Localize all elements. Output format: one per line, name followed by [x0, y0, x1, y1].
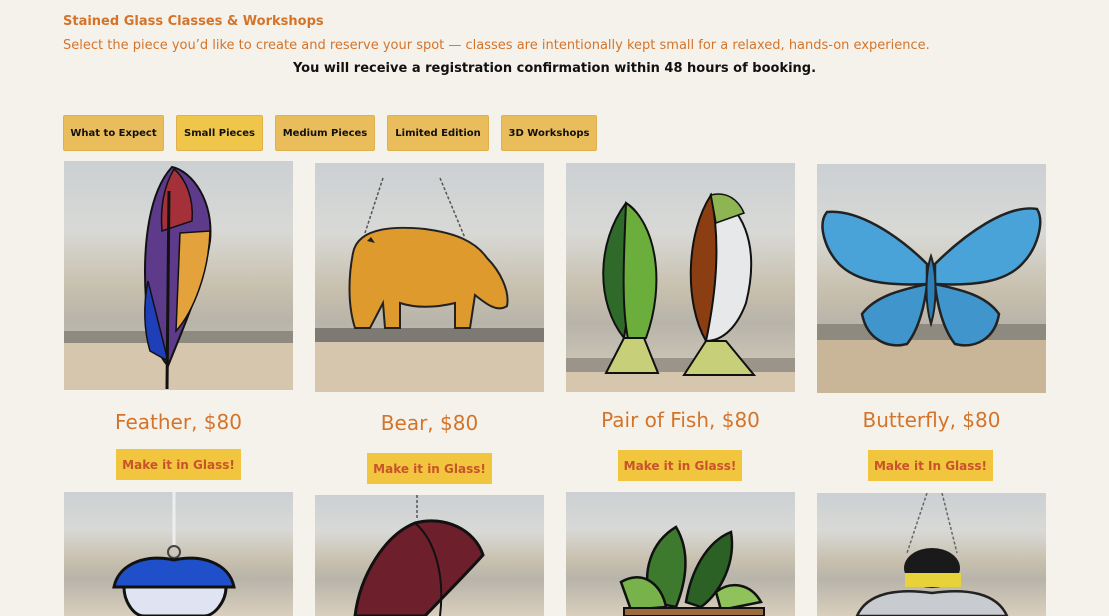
page-title: Stained Glass Classes & Workshops [63, 14, 324, 29]
bee-glass-icon [855, 493, 1009, 616]
product-title: Butterfly, $80 [862, 408, 1001, 432]
bear-photo[interactable] [315, 163, 544, 392]
product-title: Pair of Fish, $80 [601, 408, 760, 432]
succulent-glass-icon [619, 525, 765, 616]
page-subtitle: Select the piece you’d like to create an… [63, 38, 930, 53]
tab-small-pieces[interactable]: Small Pieces [176, 115, 263, 151]
tab-medium-pieces[interactable]: Medium Pieces [275, 115, 375, 151]
tab-3d-workshops[interactable]: 3D Workshops [501, 115, 597, 151]
product-title: Bear, $80 [380, 411, 479, 435]
succulent-photo[interactable] [566, 492, 795, 616]
pansy-glass-icon [112, 492, 236, 616]
leaf-glass-icon [353, 495, 485, 616]
feather-glass-icon [64, 165, 293, 390]
tab-what-to-expect[interactable]: What to Expect [63, 115, 164, 151]
make-it-in-glass-button[interactable]: Make it In Glass! [868, 450, 993, 481]
make-it-in-glass-button[interactable]: Make it in Glass! [618, 450, 742, 481]
butterfly-glass-icon [817, 207, 1046, 393]
leaf-photo[interactable] [315, 495, 544, 616]
fish-glass-icon [566, 192, 795, 392]
bear-glass-icon [315, 177, 544, 392]
bee-photo[interactable] [817, 493, 1046, 616]
make-it-in-glass-button[interactable]: Make it in Glass! [367, 453, 492, 484]
product-title: Feather, $80 [115, 410, 242, 434]
feather-photo[interactable] [64, 161, 293, 390]
make-it-in-glass-button[interactable]: Make it in Glass! [116, 449, 241, 480]
tab-limited-edition[interactable]: Limited Edition [387, 115, 489, 151]
pansy-photo[interactable] [64, 492, 293, 616]
confirmation-notice: You will receive a registration confirma… [292, 61, 817, 76]
butterfly-photo[interactable] [817, 164, 1046, 393]
fish-photo[interactable] [566, 163, 795, 392]
